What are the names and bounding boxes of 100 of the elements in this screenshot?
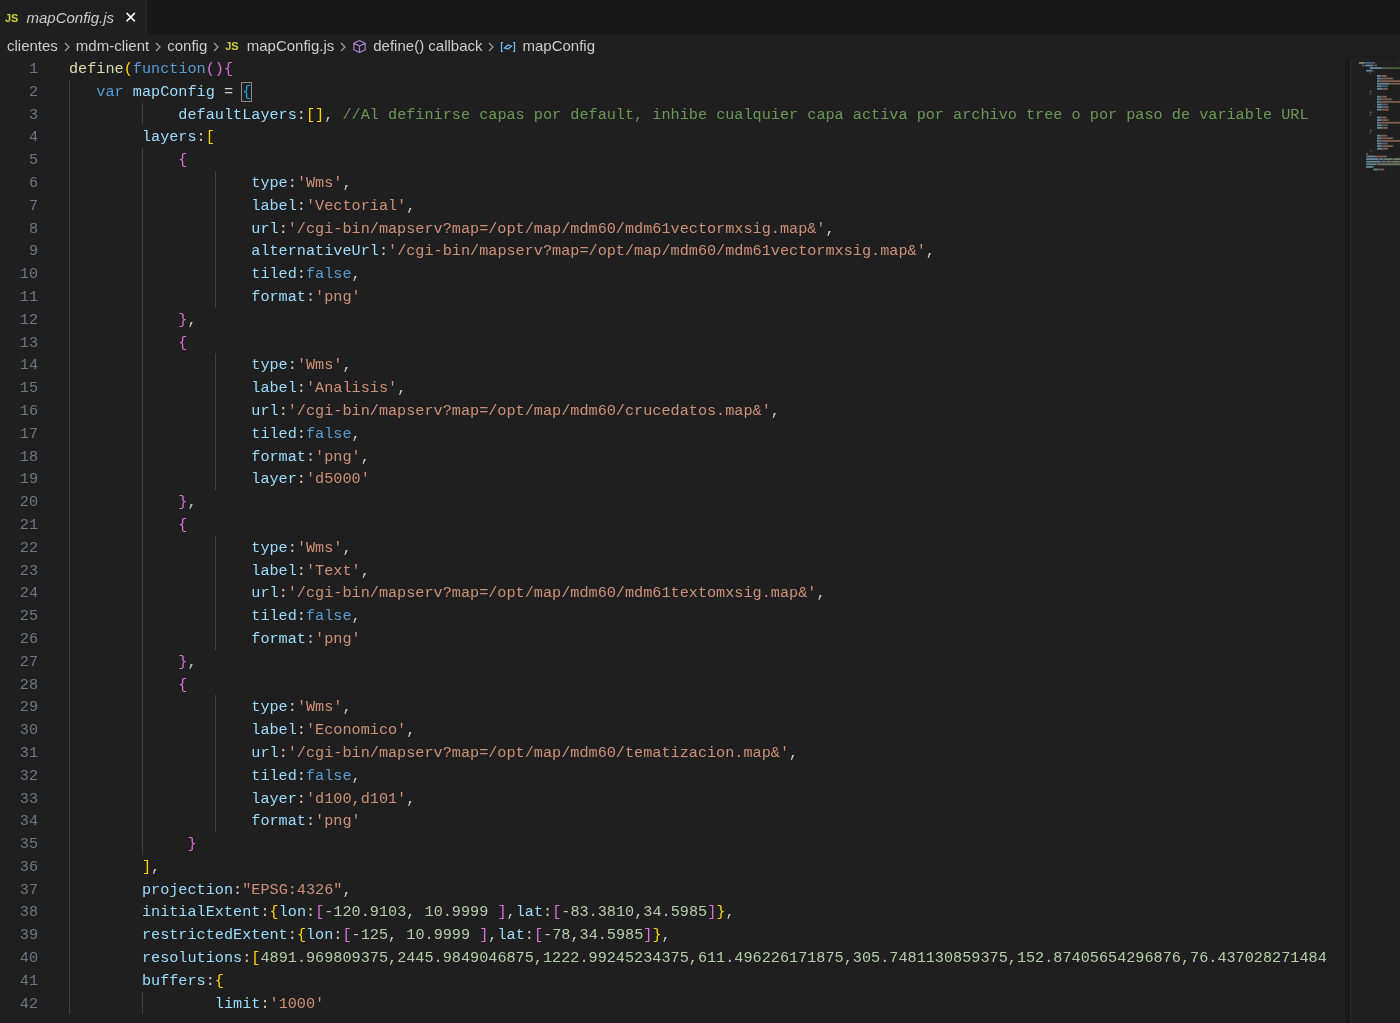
code-line: url:'/cgi-bin/mapserv?map=/opt/map/mdm60/mdm61textomxsig.map&',	[250, 583, 826, 605]
line-number: 13	[18, 332, 38, 354]
cube-icon	[352, 39, 368, 54]
line-number: 8	[27, 218, 38, 240]
code-line: },	[177, 309, 197, 331]
code-line: layer:'d100,d101',	[250, 788, 416, 810]
code-line: restrictedExtent:{lon:[-125, 10.9999 ],lat:[-78,34.5985]},	[140, 925, 671, 947]
code-line: },	[177, 651, 197, 673]
code-line: define(function(){	[69, 59, 234, 80]
code-line: {	[177, 150, 188, 172]
code-line: type:'Wms',	[250, 697, 352, 719]
code-line: layer:'d5000'	[250, 469, 370, 491]
breadcrumb-item[interactable]: config	[167, 35, 208, 58]
code-line: label:'Economico',	[250, 720, 416, 742]
code-line: tiled:false,	[250, 765, 361, 787]
line-number: 25	[18, 606, 38, 628]
code-line: url:'/cgi-bin/mapserv?map=/opt/map/mdm60/mdm61vectormxsig.map&',	[250, 218, 835, 240]
chevron-icon	[62, 40, 71, 53]
line-number: 33	[18, 788, 38, 810]
chevron-icon	[339, 40, 348, 53]
code-line: label:'Analisis',	[250, 378, 407, 400]
line-number: 21	[18, 514, 38, 536]
code-line: alternativeUrl:'/cgi-bin/mapserv?map=/opt/map/mdm60/mdm61vectormxsig.map&',	[250, 241, 935, 263]
line-number: 39	[18, 925, 38, 947]
line-number: 29	[18, 697, 38, 719]
code-line: projection:"EPSG:4326",	[140, 879, 352, 901]
editor-tab[interactable]: JS mapConfig.js ✕	[0, 0, 147, 35]
line-number: 18	[18, 446, 38, 468]
variable-icon	[500, 40, 517, 53]
breadcrumb-item[interactable]: mapConfig.js	[246, 35, 335, 58]
chevron-icon	[212, 40, 221, 53]
line-number: 15	[18, 378, 38, 400]
code-line: {	[177, 332, 188, 354]
breadcrumb-item[interactable]: mdm-client	[75, 35, 150, 58]
close-icon[interactable]: ✕	[124, 6, 137, 30]
line-number: 41	[18, 970, 38, 992]
line-number: 7	[27, 195, 38, 217]
breadcrumb-item[interactable]: mapConfig	[522, 35, 596, 58]
line-number: 22	[18, 537, 38, 559]
line-number: 11	[18, 286, 38, 308]
code-line: type:'Wms',	[250, 173, 352, 194]
code-line: url:'/cgi-bin/mapserv?map=/opt/map/mdm60/tematizacion.map&',	[250, 742, 799, 764]
code-line: defaultLayers:[], //Al definirse capas por default, inhibe cualquier capa activa por archivo tree o por paso de variable URL	[177, 104, 1309, 126]
code-line: },	[177, 492, 197, 514]
line-number: 42	[18, 993, 38, 1015]
line-number: 2	[27, 81, 38, 103]
line-number: 38	[18, 902, 38, 924]
line-number: 36	[18, 856, 38, 878]
js-file-icon: JS	[5, 9, 19, 27]
line-number: 40	[18, 948, 38, 970]
line-number: 6	[27, 173, 38, 194]
line-number: 20	[18, 492, 38, 514]
code-line: {	[177, 514, 188, 536]
line-number: 23	[18, 560, 38, 582]
code-line: var mapConfig = {	[95, 81, 252, 103]
line-number: 17	[18, 423, 38, 445]
js-file-icon: JS	[225, 38, 239, 55]
line-number: 14	[18, 355, 38, 377]
code-line: limit:'1000'	[213, 993, 325, 1015]
line-number: 19	[18, 469, 38, 491]
line-number: 12	[18, 309, 38, 331]
code-line: label:'Vectorial',	[250, 195, 416, 217]
line-number: 28	[18, 674, 38, 696]
code-line: format:'png'	[250, 286, 361, 308]
line-number: 31	[18, 742, 38, 764]
code-line: format:'png',	[250, 446, 370, 468]
code-line: ],	[140, 856, 161, 878]
code-line: buffers:{	[140, 970, 224, 992]
line-number: 27	[18, 651, 38, 673]
line-number: 1	[27, 59, 38, 80]
line-number: 4	[27, 127, 38, 149]
breadcrumb-item[interactable]: define() callback	[373, 35, 483, 58]
line-number: 5	[27, 150, 38, 172]
code-line: tiled:false,	[250, 606, 361, 628]
line-number: 34	[18, 811, 38, 833]
line-number: 3	[27, 104, 38, 126]
code-line: format:'png'	[250, 811, 361, 833]
line-number: 10	[18, 264, 38, 286]
line-number: 32	[18, 765, 38, 787]
code-line: tiled:false,	[250, 423, 361, 445]
code-line: format:'png'	[250, 628, 361, 650]
breadcrumb-item[interactable]: clientes	[7, 35, 58, 58]
code-line: }	[186, 834, 197, 856]
code-line: url:'/cgi-bin/mapserv?map=/opt/map/mdm60/crucedatos.map&',	[250, 400, 780, 422]
code-line: resolutions:[4891.969809375,2445.9849046875,1222.99245234375,611.496226171875,305.7481130859375,152.87405654296876,76.437028271484	[140, 948, 1327, 970]
code-line: tiled:false,	[250, 264, 361, 286]
line-number: 35	[18, 834, 38, 856]
chevron-icon	[487, 40, 496, 53]
line-number: 9	[27, 241, 38, 263]
code-line: label:'Text',	[250, 560, 370, 582]
line-number: 30	[18, 720, 38, 742]
code-line: type:'Wms',	[250, 537, 352, 559]
code-line: type:'Wms',	[250, 355, 352, 377]
code-line: initialExtent:{lon:[-120.9103, 10.9999 ],lat:[-83.3810,34.5985]},	[140, 902, 735, 924]
tab-label: mapConfig.js	[26, 7, 114, 28]
line-number: 26	[18, 628, 38, 650]
line-number: 16	[18, 400, 38, 422]
code-line: layers:[	[140, 127, 215, 149]
chevron-icon	[154, 40, 163, 53]
line-number: 24	[18, 583, 38, 605]
